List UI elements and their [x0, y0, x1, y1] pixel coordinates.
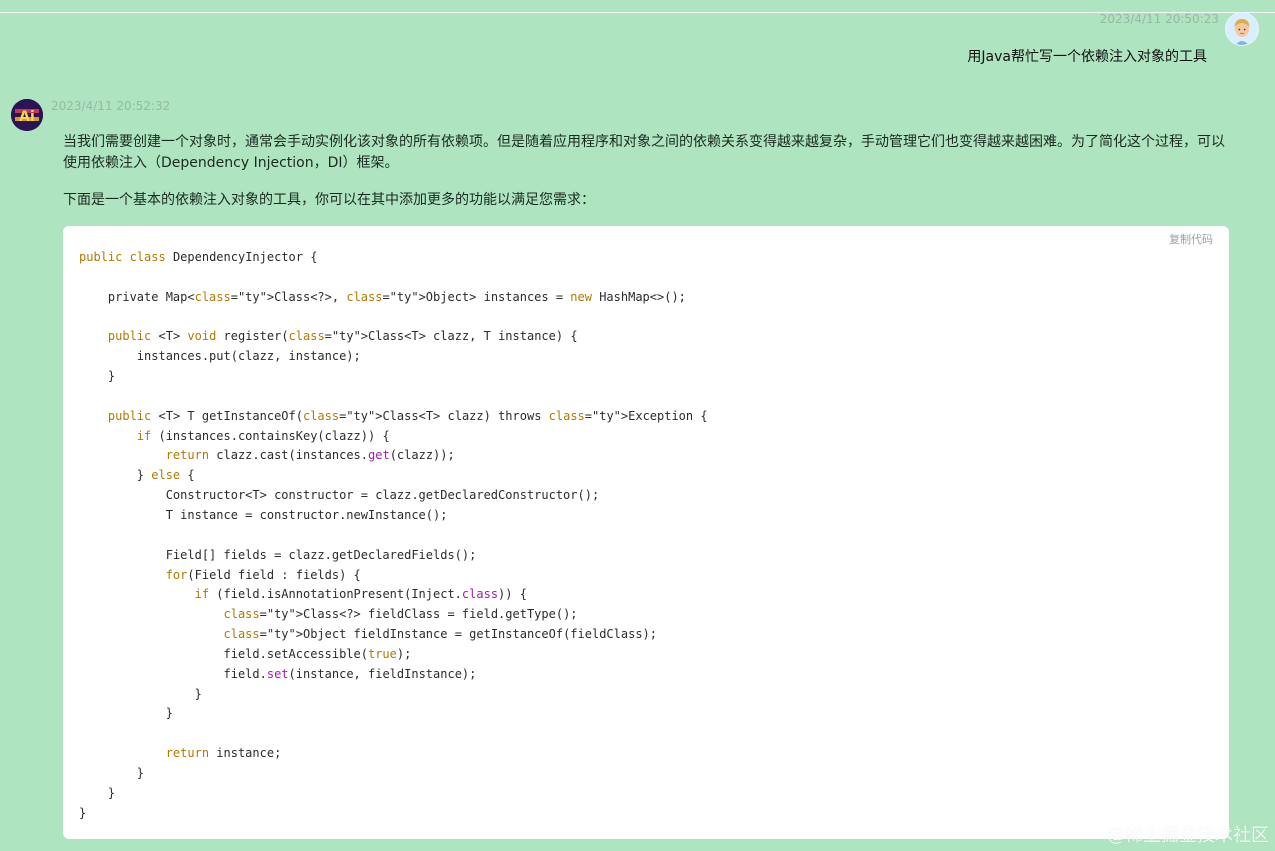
code-line: } else { — [79, 468, 195, 483]
copy-code-button[interactable]: 复制代码 — [1169, 231, 1213, 247]
code-line: Constructor<T> constructor = clazz.getDe… — [79, 488, 600, 503]
answer-paragraph: 下面是一个基本的依赖注入对象的工具，你可以在其中添加更多的功能以满足您需求： — [63, 192, 595, 208]
code-block: 复制代码 public class DependencyInjector { p… — [63, 226, 1229, 839]
code-line: T instance = constructor.newInstance(); — [79, 507, 448, 522]
assistant-answer: 当我们需要创建一个对象时，通常会手动实例化该对象的所有依赖项。但是随着应用程序和… — [63, 132, 1229, 211]
code-line: } — [79, 785, 116, 800]
code-line: field.setAccessible(true); — [79, 646, 412, 661]
code-content: public class DependencyInjector { privat… — [79, 250, 708, 820]
code-line: return clazz.cast(instances.get(clazz)); — [165, 448, 455, 463]
code-line: } — [79, 706, 173, 721]
user-message: 用Java帮忙写一个依赖注入对象的工具 — [967, 49, 1207, 65]
code-line: for(Field field : fields) { — [165, 567, 361, 582]
code-line: if (field.isAnnotationPresent(Inject.cla… — [194, 587, 527, 602]
user-timestamp: 2023/4/11 20:50:23 — [1099, 12, 1219, 26]
ai-avatar-icon[interactable]: Ai — [11, 99, 43, 131]
code-line: return instance; — [165, 746, 282, 761]
ai-timestamp: 2023/4/11 20:52:32 — [51, 99, 171, 113]
code-line: Field[] fields = clazz.getDeclaredFields… — [79, 547, 477, 562]
code-line: field.set(instance, fieldInstance); — [79, 666, 477, 681]
code-line: } — [79, 686, 202, 701]
code-line: } — [79, 369, 116, 384]
code-line: instances.put(clazz, instance); — [79, 349, 361, 364]
watermark: @稀土掘金技术社区 — [1107, 825, 1269, 846]
code-line: public <T> T getInstanceOf(class="ty">Cl… — [107, 408, 419, 423]
top-divider — [0, 12, 1275, 13]
code-line: private Map<class="ty">Class — [79, 289, 311, 304]
user-avatar-icon[interactable] — [1225, 12, 1259, 46]
code-line: class="ty">Object — [223, 627, 347, 642]
code-line: } — [79, 765, 145, 780]
code-line: if (instances.containsKey(clazz)) { — [136, 428, 390, 443]
code-line: } — [79, 805, 87, 820]
code-line: public <T> void register(class="ty">Clas… — [107, 329, 405, 344]
code-line: class="ty">Class — [223, 607, 340, 622]
user-face-icon — [1226, 13, 1258, 45]
code-line: public class DependencyInjector { — [79, 250, 318, 264]
ai-logo-icon: Ai — [11, 99, 43, 131]
ai-avatar-text: Ai — [19, 109, 35, 125]
answer-paragraph: 当我们需要创建一个对象时，通常会手动实例化该对象的所有依赖项。但是随着应用程序和… — [63, 134, 1225, 171]
